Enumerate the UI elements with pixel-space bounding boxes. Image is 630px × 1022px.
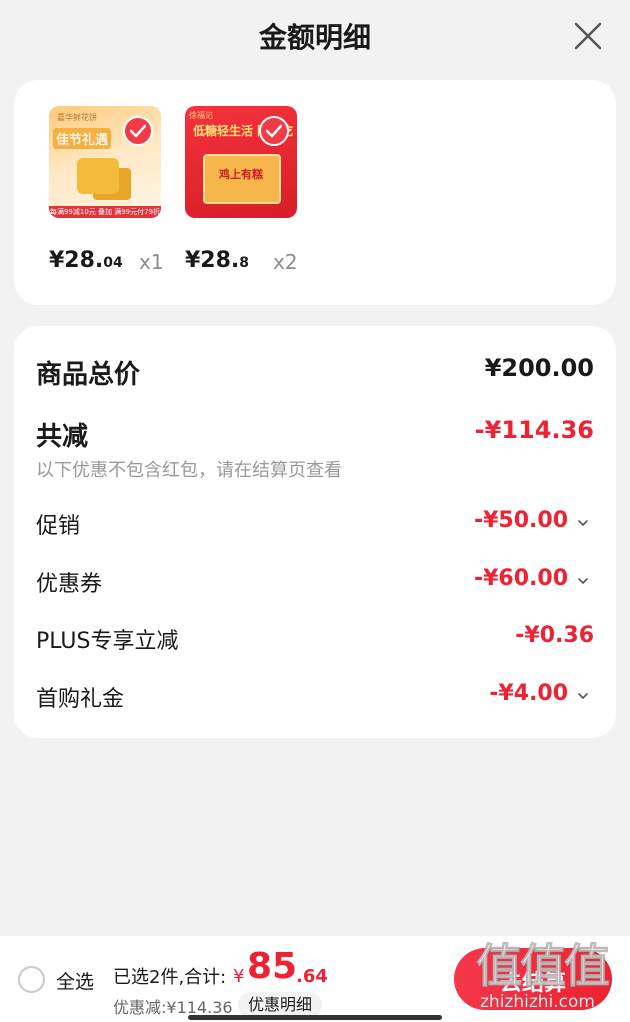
total-reduce-label: 共减 [36,422,89,452]
product-qty: x1 [139,250,164,274]
watermark-url: zhizhizhi.com [480,992,595,1013]
price-integer: ¥28. [185,248,240,273]
total-amount-integer: 85 [247,946,298,987]
selected-check [259,116,289,146]
coupon-row[interactable]: 优惠券 -¥60.00 [36,566,594,598]
chevron-down-icon [578,578,588,585]
watermark-logo: 值值值 [476,939,611,994]
product-image[interactable]: 嘉华鲜花饼 佳节礼遇 每满99减10元 叠加 满99元付79折 [49,106,161,218]
select-all-label[interactable]: 全选 [56,967,94,994]
product-promo-strip: 每满99减10元 叠加 满99元付79折 [49,206,161,218]
plus-discount-label: PLUS专享立减 [36,629,179,654]
first-purchase-value: -¥4.00 [489,681,568,706]
total-reduce-row: 共减 -¥114.36 [36,416,594,452]
product-title-text: 佳节礼遇 [53,128,112,149]
close-icon [574,22,602,50]
product-item-1[interactable]: 嘉华鲜花饼 佳节礼遇 每满99减10元 叠加 满99元付79折 [49,106,161,218]
total-currency: ¥ [233,966,245,987]
first-purchase-row[interactable]: 首购礼金 -¥4.00 [36,681,594,713]
price-decimal: 04 [103,255,123,271]
discount-note: 以下优惠不包含红包，请在结算页查看 [36,460,342,481]
total-reduce-value: -¥114.36 [474,416,594,444]
price-integer: ¥28. [49,248,104,273]
promo-value: -¥50.00 [473,508,568,533]
product-qty: x2 [273,250,298,274]
total-amount-decimal: .64 [296,966,328,987]
total-price-row: 商品总价 ¥200.00 [36,354,594,390]
product-brand-text: 徐福记 [189,111,213,120]
total-price-label: 商品总价 [36,360,141,390]
chevron-down-icon [578,520,588,527]
products-card: 嘉华鲜花饼 佳节礼遇 每满99减10元 叠加 满99元付79折 ¥28.04 x… [14,80,616,305]
check-icon [266,124,282,138]
page-title: 金额明细 [258,21,371,54]
product-price: ¥28.8 [185,248,249,273]
close-button[interactable] [572,20,604,52]
promo-label: 促销 [36,514,81,539]
check-icon [130,124,146,138]
product-image[interactable]: 徐福记 低糖轻生活 随心吃 鸡上有糕 [185,106,297,218]
price-summary-card: 商品总价 ¥200.00 共减 -¥114.36 以下优惠不包含红包，请在结算页… [14,326,616,738]
plus-discount-value: -¥0.36 [515,623,594,648]
product-item-2[interactable]: 徐福记 低糖轻生活 随心吃 鸡上有糕 [185,106,297,218]
first-purchase-label: 首购礼金 [36,687,125,712]
select-all-checkbox[interactable] [18,966,45,993]
coupon-label: 优惠券 [36,572,103,597]
header: 金额明细 [0,0,630,78]
product-pastry-shape [77,158,119,194]
product-brand-text: 嘉华鲜花饼 [57,113,97,122]
price-decimal: 8 [239,255,250,271]
product-price-row-1: ¥28.04 x1 [49,248,179,278]
selected-count-text: 已选2件,合计: [113,967,227,988]
product-box-label: 鸡上有糕 [219,168,263,181]
product-price: ¥28.04 [49,248,123,273]
product-box-shape: 鸡上有糕 [203,154,281,204]
product-price-row-2: ¥28.8 x2 [185,248,315,278]
promo-row[interactable]: 促销 -¥50.00 [36,508,594,540]
chevron-down-icon [578,693,588,700]
plus-discount-row: PLUS专享立减 -¥0.36 [36,623,594,655]
selected-check [123,116,153,146]
total-price-value: ¥200.00 [484,354,594,382]
home-indicator [188,1015,442,1020]
coupon-value: -¥60.00 [473,566,568,591]
